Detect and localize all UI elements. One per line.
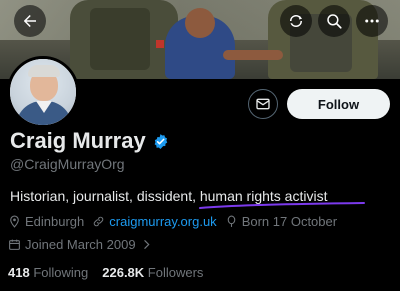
- followers-label: Followers: [147, 265, 204, 280]
- handwritten-underline: [199, 202, 365, 209]
- more-button[interactable]: [356, 5, 388, 37]
- message-button[interactable]: [248, 89, 278, 119]
- banner-patch: [156, 40, 164, 48]
- back-button[interactable]: [14, 5, 46, 37]
- verified-badge-icon[interactable]: [152, 133, 169, 150]
- following-count: 418: [8, 265, 30, 280]
- link-icon: [94, 216, 104, 227]
- search-button[interactable]: [318, 5, 350, 37]
- repost-icon: [290, 15, 302, 27]
- avatar[interactable]: [7, 56, 79, 128]
- arrow-left-icon: [24, 15, 36, 27]
- banner-figure-center: [165, 8, 283, 79]
- followers-count: 226.8K: [102, 265, 145, 280]
- calendar-icon: [9, 239, 20, 250]
- chevron-right-icon: [143, 240, 150, 249]
- website[interactable]: craigmurray.org.uk: [92, 214, 217, 229]
- repost-button[interactable]: [280, 5, 312, 37]
- joined[interactable]: Joined March 2009: [8, 237, 153, 252]
- location-text: Edinburgh: [25, 214, 85, 229]
- more-icon: [365, 19, 379, 23]
- follow-button[interactable]: Follow: [287, 89, 390, 119]
- follow-counts: 418 Following 226.8K Followers: [8, 265, 203, 280]
- search-icon: [327, 14, 342, 29]
- birthday-text: Born 17 October: [241, 214, 338, 229]
- following-link[interactable]: 418 Following: [8, 265, 88, 280]
- joined-row[interactable]: Joined March 2009: [8, 237, 161, 252]
- profile-name: Craig Murray: [10, 128, 146, 153]
- balloon-icon: [227, 215, 235, 227]
- location-pin-icon: [10, 215, 19, 228]
- location: Edinburgh: [8, 214, 84, 229]
- birthday: Born 17 October: [225, 214, 337, 229]
- profile-meta-row: Edinburgh craigmurray.org.uk Born 17 Oct…: [8, 214, 345, 229]
- website-link[interactable]: craigmurray.org.uk: [109, 214, 216, 229]
- joined-text: Joined March 2009: [25, 237, 136, 252]
- mail-icon: [256, 98, 270, 110]
- following-label: Following: [33, 265, 89, 280]
- followers-link[interactable]: 226.8K Followers: [102, 265, 203, 280]
- profile-handle: @CraigMurrayOrg: [10, 156, 125, 172]
- profile-name-row: Craig Murray: [10, 128, 169, 154]
